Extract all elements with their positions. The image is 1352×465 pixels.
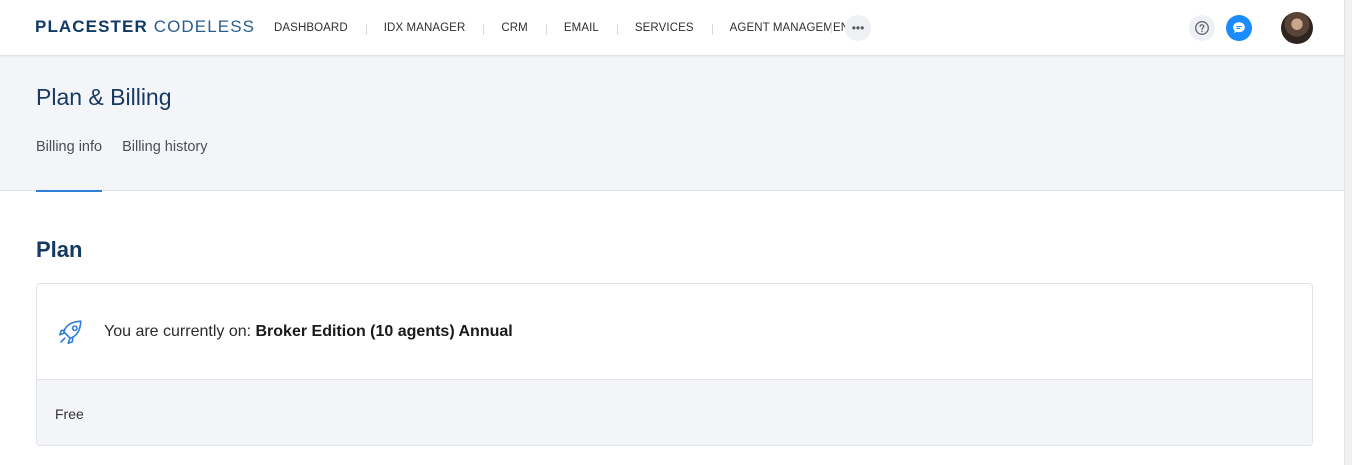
page-header: Plan & Billing Billing info Billing hist… (0, 56, 1344, 192)
brand-logo[interactable]: PLACESTER CODELESS (35, 17, 255, 37)
chat-button[interactable] (1226, 15, 1252, 41)
top-navigation-bar: PLACESTER CODELESS DASHBOARD IDX MANAGER… (0, 0, 1344, 56)
page-scrollbar[interactable] (1344, 0, 1352, 465)
main-nav-links: DASHBOARD IDX MANAGER CRM EMAIL SERVICES… (256, 0, 874, 56)
more-menu-button[interactable]: ••• (845, 15, 871, 41)
plan-price-row: Free (37, 379, 1312, 445)
tab-billing-history[interactable]: Billing history (122, 139, 207, 191)
current-plan-prefix: You are currently on: (104, 322, 256, 340)
user-avatar[interactable] (1281, 12, 1313, 44)
plan-section-title: Plan (36, 237, 83, 262)
plan-summary: You are currently on: Broker Edition (10… (37, 284, 1312, 379)
nav-link-idx-manager[interactable]: IDX MANAGER (365, 22, 484, 35)
page-title: Plan & Billing (36, 84, 172, 110)
nav-link-crm[interactable]: CRM (483, 22, 546, 35)
nav-link-email[interactable]: EMAIL (545, 22, 617, 35)
rocket-icon (54, 315, 88, 349)
plan-card: You are currently on: Broker Edition (10… (36, 283, 1313, 446)
nav-link-dashboard[interactable]: DASHBOARD (256, 22, 366, 34)
help-button[interactable] (1189, 15, 1215, 41)
plan-price: Free (55, 405, 84, 422)
nav-link-services[interactable]: SERVICES (616, 22, 712, 35)
current-plan-name: Broker Edition (10 agents) Annual (255, 322, 513, 340)
chat-bubble-icon (1233, 22, 1245, 34)
brand-name-bold: PLACESTER (35, 17, 148, 36)
billing-tabs: Billing info Billing history (36, 139, 228, 192)
more-dots-icon: ••• (851, 21, 865, 35)
brand-name-light: CODELESS (153, 17, 256, 36)
tab-billing-info[interactable]: Billing info (36, 139, 103, 192)
current-plan-text: You are currently on: Broker Edition (10… (104, 323, 513, 341)
help-circle-icon (1195, 21, 1209, 35)
nav-divider (831, 22, 832, 33)
